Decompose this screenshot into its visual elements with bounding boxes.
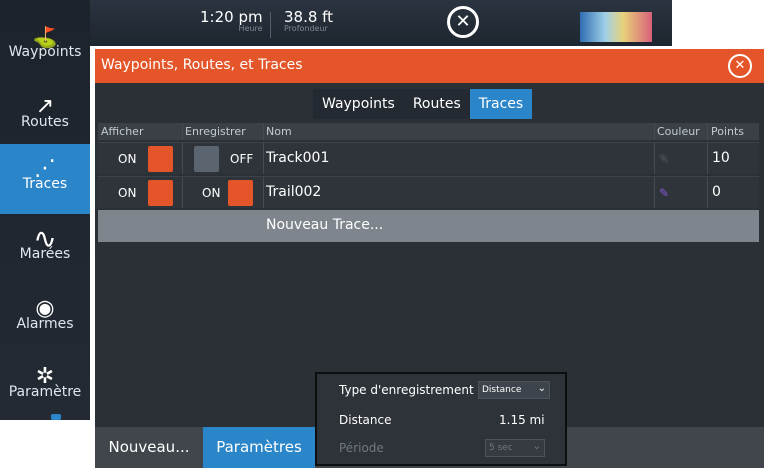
close-icon[interactable]: ✕ — [728, 54, 752, 78]
toggle-state: OFF — [230, 152, 254, 166]
column-divider — [707, 123, 708, 140]
trail-icon: ⋰ — [34, 156, 56, 181]
sidebar-item-waypoints[interactable]: ⛳ Waypoints — [0, 12, 90, 82]
column-divider — [182, 177, 183, 208]
depth-label: Profondeur — [284, 24, 328, 33]
column-header-couleur: Couleur — [657, 125, 700, 138]
column-divider — [707, 177, 708, 208]
top-status-bar: 1:20 pm Heure 38.8 ft Profondeur ✕ — [0, 0, 672, 46]
period-value: 5 sec — [489, 443, 513, 453]
sidebar-item-routes[interactable]: ↗ Routes — [0, 82, 90, 152]
chevron-down-icon: ⌄ — [532, 441, 541, 452]
topbar-divider — [270, 12, 271, 38]
sidebar-item-label: Paramètre — [8, 384, 82, 400]
column-divider — [263, 143, 264, 174]
recording-type-row: Type d'enregistrement Distance ⌄ — [317, 376, 565, 404]
tab-routes[interactable]: Routes — [403, 89, 470, 119]
parameters-button[interactable]: Paramètres — [203, 427, 315, 468]
toggle-switch[interactable] — [194, 146, 219, 172]
toggle-switch[interactable] — [228, 180, 253, 206]
sidebar-item-label: Routes — [21, 114, 69, 130]
tab-waypoints[interactable]: Waypoints — [313, 89, 404, 119]
column-header-enregistrer: Enregistrer — [185, 125, 246, 138]
table-header: Afficher Enregistrer Nom Couleur Points — [98, 123, 759, 140]
trace-points: 10 — [712, 150, 730, 166]
table-row[interactable]: ON ON Trail002 ✎ 0 — [98, 176, 759, 208]
column-header-points: Points — [711, 125, 745, 138]
trace-name: Trail002 — [266, 184, 322, 200]
trace-color-icon[interactable]: ✎ — [659, 152, 669, 166]
sidebar-item-marees[interactable]: ∿ Marées — [0, 214, 90, 284]
recording-type-select[interactable]: Distance ⌄ — [478, 381, 550, 399]
period-row: Période 5 sec ⌄ — [317, 434, 565, 462]
table-row[interactable]: ON OFF Track001 ✎ 10 — [98, 142, 759, 174]
column-header-nom: Nom — [266, 125, 292, 138]
recording-settings-popup: Type d'enregistrement Distance ⌄ Distanc… — [315, 372, 567, 466]
scroll-down-icon[interactable] — [51, 414, 61, 420]
waypoint-flag-icon: ⛳ — [32, 25, 58, 49]
new-trace-label: Nouveau Trace... — [266, 217, 384, 233]
column-divider — [263, 123, 264, 140]
chevron-down-icon: ⌄ — [537, 383, 546, 394]
toggle-switch[interactable] — [148, 180, 173, 206]
close-icon[interactable]: ✕ — [447, 6, 479, 38]
tide-wave-icon: ∿ — [33, 222, 57, 255]
column-divider — [654, 177, 655, 208]
alarm-icon: ◉ — [35, 296, 55, 321]
column-divider — [182, 143, 183, 174]
tab-traces[interactable]: Traces — [469, 89, 533, 119]
column-header-afficher: Afficher — [101, 125, 144, 138]
enregistrer-toggle[interactable]: OFF — [194, 146, 256, 172]
depth-readout: 38.8 ft Profondeur — [284, 8, 333, 33]
dialog-title: Waypoints, Routes, et Traces — [101, 57, 303, 73]
new-button[interactable]: Nouveau... — [95, 427, 203, 468]
column-divider — [654, 143, 655, 174]
column-divider — [263, 177, 264, 208]
distance-label: Distance — [339, 413, 392, 427]
sidebar-item-label: Alarmes — [16, 316, 74, 332]
new-trace-row[interactable]: Nouveau Trace... — [98, 210, 759, 242]
sidebar-item-alarmes[interactable]: ◉ Alarmes — [0, 284, 90, 354]
sidebar: ⛳ Waypoints ↗ Routes ⋰ Traces ∿ Marées ◉… — [0, 0, 90, 420]
recording-type-label: Type d'enregistrement — [339, 383, 474, 397]
toggle-state: ON — [118, 186, 137, 200]
chart-thumbnail[interactable] — [580, 12, 652, 42]
distance-row[interactable]: Distance 1.15 mi — [317, 406, 565, 434]
column-divider — [654, 123, 655, 140]
sidebar-item-label: Marées — [19, 246, 71, 262]
column-divider — [182, 123, 183, 140]
gear-icon: ✲ — [35, 364, 55, 389]
trace-color-icon[interactable]: ✎ — [659, 186, 669, 200]
dialog-titlebar: Waypoints, Routes, et Traces ✕ — [95, 49, 764, 83]
toggle-switch[interactable] — [148, 146, 173, 172]
time-readout: 1:20 pm Heure — [200, 8, 263, 33]
distance-value[interactable]: 1.15 mi — [499, 413, 545, 427]
sidebar-item-label: Waypoints — [8, 44, 82, 60]
period-label: Période — [339, 441, 384, 455]
toggle-state: ON — [118, 152, 137, 166]
toggle-state: ON — [202, 186, 221, 200]
column-divider — [707, 143, 708, 174]
sidebar-item-label: Traces — [22, 176, 68, 192]
afficher-toggle[interactable]: ON — [106, 180, 176, 206]
afficher-toggle[interactable]: ON — [106, 146, 176, 172]
enregistrer-toggle[interactable]: ON — [194, 180, 256, 206]
sidebar-item-traces[interactable]: ⋰ Traces — [0, 144, 90, 214]
trace-points: 0 — [712, 184, 721, 200]
route-icon: ↗ — [35, 94, 55, 119]
period-select: 5 sec ⌄ — [485, 439, 545, 457]
trace-name: Track001 — [266, 150, 330, 166]
sidebar-item-parametres[interactable]: ✲ Paramètre — [0, 352, 90, 422]
recording-type-value: Distance — [482, 385, 522, 395]
tab-bar: Waypoints Routes Traces — [313, 89, 533, 119]
